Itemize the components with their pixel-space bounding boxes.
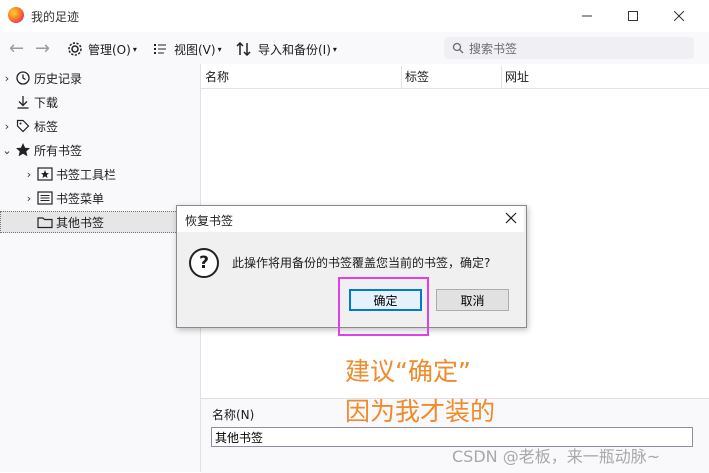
firefox-logo-icon <box>8 7 24 23</box>
watermark: CSDN @老板，来一瓶动脉~ <box>452 447 661 466</box>
tag-icon <box>14 118 32 134</box>
import-backup-label: 导入和备份(I) <box>258 42 331 57</box>
chevron-right-icon[interactable]: › <box>0 120 14 133</box>
chevron-right-icon[interactable]: › <box>22 192 36 205</box>
sidebar-item-label: 其他书签 <box>56 215 105 230</box>
import-backup-menu-button[interactable]: 导入和备份(I) ▾ <box>236 40 337 58</box>
chevron-down-icon: ▾ <box>332 44 337 54</box>
dialog-close-button[interactable] <box>502 209 520 227</box>
sidebar-item-label: 书签菜单 <box>56 191 105 206</box>
background-window-edge <box>699 100 709 160</box>
table-header: 名称 标签 网址 <box>201 66 709 89</box>
sidebar-item-other-bookmarks[interactable]: 其他书签 <box>0 211 200 233</box>
sidebar-item-history[interactable]: › 历史记录 <box>0 67 200 89</box>
dialog-title: 恢复书签 <box>185 214 234 228</box>
close-icon <box>674 11 684 21</box>
sidebar-item-all-bookmarks[interactable]: ⌄ 所有书签 <box>0 139 200 161</box>
maximize-icon <box>628 11 638 21</box>
dialog-message: 此操作将用备份的书签覆盖您当前的书签，确定? <box>232 256 491 270</box>
download-icon <box>14 94 32 110</box>
sidebar-item-label: 所有书签 <box>34 143 83 158</box>
column-header-tags[interactable]: 标签 <box>401 66 502 88</box>
back-button[interactable]: ← <box>9 40 24 58</box>
clock-icon <box>14 70 32 86</box>
cancel-button[interactable]: 取消 <box>436 289 509 311</box>
chevron-right-icon[interactable]: › <box>22 168 36 181</box>
list-icon <box>154 44 166 54</box>
close-icon <box>505 212 517 224</box>
name-field-label: 名称(N) <box>212 408 255 422</box>
gear-icon <box>68 42 82 56</box>
window-title: 我的足迹 <box>31 10 80 24</box>
annotation-text-line-2: 因为我才装的 <box>345 397 496 426</box>
import-export-icon <box>236 42 251 56</box>
folder-icon <box>36 214 54 230</box>
toolbar-star-icon <box>36 166 54 182</box>
views-menu-button[interactable]: 视图(V) ▾ <box>154 40 222 58</box>
manage-menu-button[interactable]: 管理(O) ▾ <box>67 40 137 58</box>
chevron-down-icon: ▾ <box>217 44 222 54</box>
sidebar-item-tags[interactable]: › 标签 <box>0 115 200 137</box>
chevron-down-icon: ▾ <box>132 44 137 54</box>
maximize-button[interactable] <box>610 0 656 32</box>
annotation-highlight-box <box>338 277 429 336</box>
views-label: 视图(V) <box>174 42 216 57</box>
minimize-icon <box>582 15 592 17</box>
menu-icon <box>36 190 54 206</box>
question-icon: ? <box>189 248 219 278</box>
forward-button[interactable]: → <box>35 40 50 58</box>
annotation-text-line-1: 建议“确定” <box>345 357 471 386</box>
sidebar-item-label: 书签工具栏 <box>56 167 117 182</box>
close-button[interactable] <box>656 0 702 32</box>
search-placeholder: 搜索书签 <box>469 41 518 56</box>
minimize-button[interactable] <box>564 0 610 32</box>
search-input[interactable]: 搜索书签 <box>444 37 694 59</box>
chevron-down-icon[interactable]: ⌄ <box>0 144 14 157</box>
sidebar-item-label: 下载 <box>34 95 59 110</box>
sidebar-item-label: 历史记录 <box>34 71 83 86</box>
column-header-url[interactable]: 网址 <box>501 66 709 88</box>
column-header-name[interactable]: 名称 <box>201 66 402 88</box>
star-icon <box>14 142 32 158</box>
sidebar-item-downloads[interactable]: 下载 <box>0 91 200 113</box>
sidebar-item-bookmarks-toolbar[interactable]: › 书签工具栏 <box>0 163 200 185</box>
search-icon <box>452 42 464 54</box>
chevron-right-icon[interactable]: › <box>0 72 14 85</box>
sidebar-item-bookmarks-menu[interactable]: › 书签菜单 <box>0 187 200 209</box>
sidebar-item-label: 标签 <box>34 119 59 134</box>
manage-label: 管理(O) <box>88 42 131 57</box>
